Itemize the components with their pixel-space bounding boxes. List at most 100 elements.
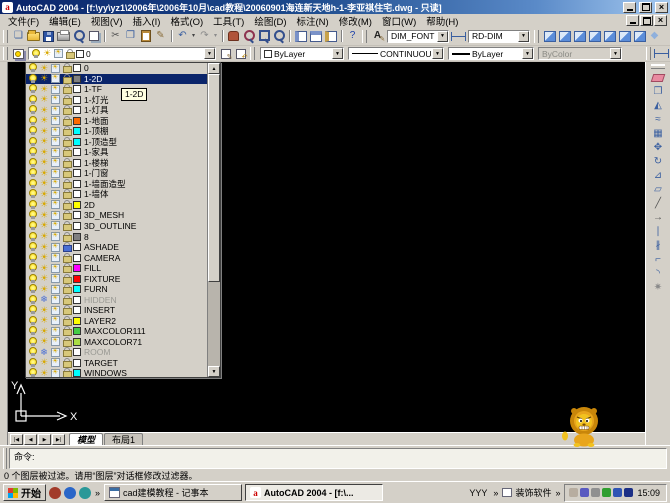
layer-vp-freeze-icon[interactable]: [51, 337, 60, 346]
layer-on-icon[interactable]: [29, 147, 37, 157]
tray-icon-4[interactable]: [602, 488, 611, 497]
print-preview-icon[interactable]: [71, 29, 86, 44]
layer-lock-icon[interactable]: [62, 263, 71, 273]
redo-icon[interactable]: ↷: [197, 29, 212, 44]
toolbar-grip[interactable]: [3, 30, 8, 43]
doc-restore-button[interactable]: [640, 15, 653, 26]
layer-freeze-icon[interactable]: [39, 274, 49, 284]
layer-color-swatch[interactable]: [73, 148, 81, 156]
layer-freeze-icon[interactable]: [39, 305, 49, 315]
layer-lock-icon[interactable]: [62, 232, 71, 242]
layer-row[interactable]: CAMERA: [26, 252, 207, 263]
layer-row[interactable]: 3D_OUTLINE: [26, 221, 207, 232]
layer-on-icon[interactable]: [29, 232, 37, 242]
scrollbar-track[interactable]: [208, 74, 220, 366]
tab-layout1[interactable]: 布局1: [104, 433, 143, 445]
scale-icon[interactable]: ⊿: [648, 169, 668, 183]
layer-color-swatch[interactable]: [73, 243, 81, 251]
menu-item[interactable]: 修改(M): [334, 14, 377, 28]
layer-freeze-icon[interactable]: [39, 253, 49, 263]
layer-lock-icon[interactable]: [62, 63, 71, 73]
layer-lock-icon[interactable]: [62, 326, 71, 336]
scrollbar-thumb[interactable]: [208, 74, 220, 282]
layer-vp-freeze-icon[interactable]: [51, 106, 60, 115]
layer-vp-freeze-icon[interactable]: [51, 137, 60, 146]
layer-row[interactable]: HIDDEN: [26, 294, 207, 305]
layer-vp-freeze-icon[interactable]: [51, 264, 60, 273]
layer-row[interactable]: 1-顶棚: [26, 126, 207, 137]
undo-icon[interactable]: ↶: [175, 29, 190, 44]
layer-on-icon[interactable]: [29, 116, 37, 126]
layer-lock-icon[interactable]: [62, 368, 71, 377]
menu-item[interactable]: 标注(N): [292, 14, 334, 28]
layer-vp-freeze-icon[interactable]: [51, 116, 60, 125]
layer-row[interactable]: FIXTURE: [26, 273, 207, 284]
layer-color-swatch[interactable]: [73, 106, 81, 114]
new-file-icon[interactable]: ❏: [11, 29, 26, 44]
lineweight-combo[interactable]: ByLayer: [448, 47, 534, 60]
doc-minimize-button[interactable]: [626, 15, 639, 26]
dim-style-combo[interactable]: RD-DIM: [468, 30, 530, 43]
offset-icon[interactable]: ≈: [648, 113, 668, 127]
layer-vp-freeze-icon[interactable]: [51, 316, 60, 325]
menu-item[interactable]: 窗口(W): [377, 14, 421, 28]
paste-icon[interactable]: [138, 29, 153, 44]
layer-combo[interactable]: 0: [28, 47, 216, 60]
menu-item[interactable]: 工具(T): [208, 14, 249, 28]
layer-vp-freeze-icon[interactable]: [51, 64, 60, 73]
shade-2d-wireframe-icon[interactable]: [542, 29, 557, 44]
layer-vp-freeze-icon[interactable]: [51, 348, 60, 357]
layer-lock-icon[interactable]: [62, 116, 71, 126]
layer-row[interactable]: MAXCOLOR71: [26, 336, 207, 347]
tray-icon-3[interactable]: [591, 488, 600, 497]
minimize-button[interactable]: [623, 2, 636, 13]
toolbar-separator[interactable]: [168, 29, 175, 44]
layer-lock-icon[interactable]: [62, 210, 71, 220]
shade-3d-wireframe-icon[interactable]: [557, 29, 572, 44]
layer-color-swatch[interactable]: [73, 85, 81, 93]
layer-vp-freeze-icon[interactable]: [51, 285, 60, 294]
close-button[interactable]: [655, 2, 668, 13]
layer-freeze-icon[interactable]: [39, 295, 49, 305]
layer-on-icon[interactable]: [29, 200, 37, 210]
layer-color-swatch[interactable]: [73, 359, 81, 367]
text-style-combo[interactable]: DIM_FONT: [387, 30, 449, 43]
layer-on-icon[interactable]: [29, 253, 37, 263]
taskbar-task-autocad[interactable]: AutoCAD 2004 - [f:\...: [245, 484, 383, 501]
layer-on-icon[interactable]: [29, 358, 37, 368]
layer-on-icon[interactable]: [29, 316, 37, 326]
fillet-icon[interactable]: ◝: [648, 267, 668, 281]
layer-color-swatch[interactable]: [73, 75, 81, 83]
plot-icon[interactable]: [56, 29, 71, 44]
explode-icon[interactable]: ✷: [648, 281, 668, 295]
layer-freeze-icon[interactable]: [39, 358, 49, 368]
layer-vp-freeze-icon[interactable]: [51, 200, 60, 209]
command-window-grip[interactable]: [3, 448, 7, 469]
redo-dropdown-arrow-icon[interactable]: ▾: [212, 29, 219, 44]
layer-row[interactable]: 1-2D: [26, 74, 207, 85]
layer-lock-icon[interactable]: [62, 168, 71, 178]
layer-row[interactable]: ASHADE: [26, 242, 207, 253]
save-icon[interactable]: [41, 29, 56, 44]
tab-scroll-next-button[interactable]: ▶: [38, 434, 51, 445]
layer-color-swatch[interactable]: [73, 64, 81, 72]
shade-gouraud-edges-icon[interactable]: [632, 29, 647, 44]
layer-freeze-icon[interactable]: [39, 63, 49, 73]
zoom-previous-icon[interactable]: [271, 29, 286, 44]
break-icon[interactable]: ∦: [648, 239, 668, 253]
layer-row[interactable]: ROOM: [26, 347, 207, 358]
layer-vp-freeze-icon[interactable]: [51, 327, 60, 336]
rotate-icon[interactable]: ↻: [648, 155, 668, 169]
layer-lock-icon[interactable]: [62, 347, 71, 357]
layer-on-icon[interactable]: [29, 210, 37, 220]
layer-vp-freeze-icon[interactable]: [51, 211, 60, 220]
layer-freeze-icon[interactable]: [39, 210, 49, 220]
scrollbar-up-button[interactable]: [208, 63, 220, 74]
cut-icon[interactable]: ✂: [108, 29, 123, 44]
color-combo[interactable]: ByLayer: [260, 47, 344, 60]
desktop-pet-lion[interactable]: [561, 405, 607, 449]
layer-freeze-icon[interactable]: [39, 116, 49, 126]
layer-freeze-icon[interactable]: [39, 179, 49, 189]
layer-on-icon[interactable]: [29, 368, 37, 377]
layer-freeze-icon[interactable]: [39, 263, 49, 273]
